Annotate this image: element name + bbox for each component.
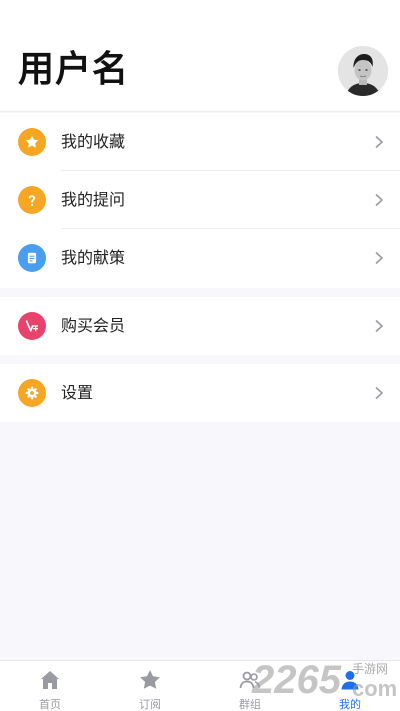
- tab-home[interactable]: 首页: [0, 661, 100, 711]
- menu-item-label: 购买会员: [61, 316, 126, 335]
- chevron-right-icon: [375, 135, 384, 149]
- gear-icon: [18, 379, 46, 407]
- username[interactable]: 用户名: [18, 48, 129, 92]
- chevron-right-icon: [375, 319, 384, 333]
- chevron-right-icon: [375, 193, 384, 207]
- menu-group-main: 我的收藏 我的提问 我的献策: [0, 113, 400, 288]
- chevron-right-icon: [375, 251, 384, 265]
- menu-item-buy-vip[interactable]: 购买会员: [0, 297, 400, 355]
- tab-subscribe[interactable]: 订阅: [100, 661, 200, 711]
- question-icon: [18, 186, 46, 214]
- watermark-number: 2265: [252, 658, 341, 702]
- star-icon: [140, 670, 160, 689]
- profile-header: 用户名: [0, 0, 400, 112]
- menu-item-label: 我的收藏: [61, 132, 126, 151]
- menu-item-questions[interactable]: 我的提问: [0, 171, 400, 229]
- menu-item-label: 设置: [61, 383, 94, 402]
- menu-item-settings[interactable]: 设置: [0, 364, 400, 422]
- vip-icon: [18, 312, 46, 340]
- document-icon: [18, 244, 46, 272]
- tab-label: 首页: [39, 698, 61, 711]
- watermark: 2265 手游网 com: [252, 658, 400, 702]
- home-icon: [41, 671, 59, 689]
- menu-group-vip: 购买会员: [0, 297, 400, 355]
- watermark-suffix: com: [352, 676, 398, 701]
- chevron-right-icon: [375, 386, 384, 400]
- tab-label: 订阅: [139, 698, 161, 711]
- avatar[interactable]: [338, 46, 388, 96]
- menu-item-label: 我的献策: [61, 248, 126, 267]
- menu-group-settings: 设置: [0, 364, 400, 422]
- menu-item-suggestions[interactable]: 我的献策: [0, 229, 400, 287]
- star-icon: [18, 128, 46, 156]
- menu-item-label: 我的提问: [61, 190, 126, 209]
- user-avatar-icon: [338, 46, 388, 96]
- menu-item-favorites[interactable]: 我的收藏: [0, 113, 400, 171]
- watermark-site-text: 手游网: [352, 662, 389, 676]
